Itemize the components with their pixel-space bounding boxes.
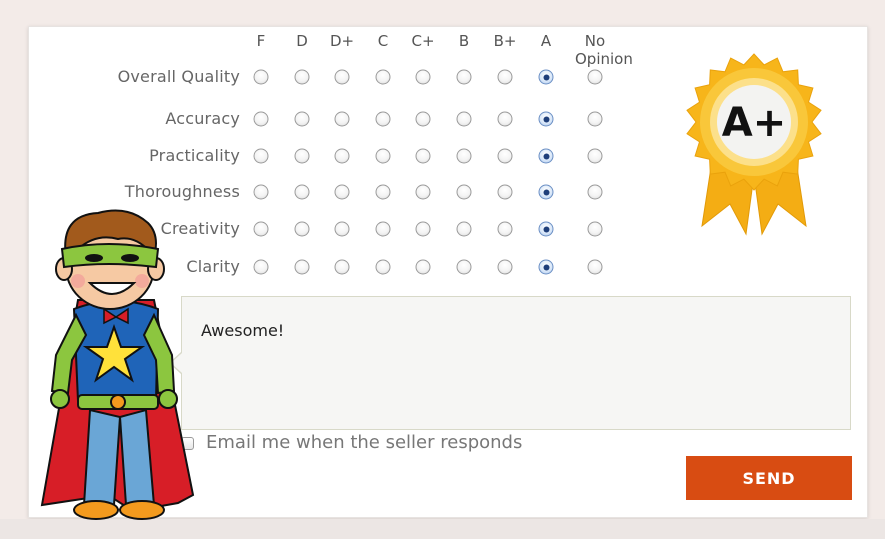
rating-radio[interactable] <box>538 184 554 200</box>
rating-radio[interactable] <box>375 148 391 164</box>
rating-radio[interactable] <box>497 221 513 237</box>
grade-header: No Opinion <box>575 32 633 68</box>
rating-radio[interactable] <box>497 69 513 85</box>
rating-radio[interactable] <box>375 259 391 275</box>
rating-radio[interactable] <box>538 148 554 164</box>
rating-radio[interactable] <box>253 221 269 237</box>
rating-radio[interactable] <box>456 111 472 127</box>
rating-radio[interactable] <box>375 111 391 127</box>
rating-radio[interactable] <box>587 259 603 275</box>
rating-radio[interactable] <box>587 184 603 200</box>
rating-radio[interactable] <box>415 259 431 275</box>
rating-radio[interactable] <box>253 259 269 275</box>
criterion-label: Accuracy <box>165 109 240 128</box>
send-button[interactable]: SEND <box>686 456 852 500</box>
rating-radio[interactable] <box>456 184 472 200</box>
rating-radio[interactable] <box>334 69 350 85</box>
rating-radio[interactable] <box>334 111 350 127</box>
rating-radio[interactable] <box>294 221 310 237</box>
rating-radio[interactable] <box>334 221 350 237</box>
rating-radio[interactable] <box>497 184 513 200</box>
rating-radio[interactable] <box>415 184 431 200</box>
rating-radio[interactable] <box>538 259 554 275</box>
rating-radio[interactable] <box>253 184 269 200</box>
rating-radio[interactable] <box>538 111 554 127</box>
rating-radio[interactable] <box>587 221 603 237</box>
rating-radio[interactable] <box>253 148 269 164</box>
badge-text: A+ <box>722 100 786 146</box>
rating-radio[interactable] <box>415 69 431 85</box>
comment-textarea[interactable]: Awesome! <box>181 296 851 430</box>
rating-radio[interactable] <box>587 111 603 127</box>
rating-radio[interactable] <box>497 259 513 275</box>
rating-radio[interactable] <box>375 69 391 85</box>
rating-radio[interactable] <box>587 148 603 164</box>
rating-radio[interactable] <box>497 111 513 127</box>
rating-radio[interactable] <box>415 221 431 237</box>
rating-radio[interactable] <box>375 221 391 237</box>
rating-radio[interactable] <box>456 259 472 275</box>
grade-header: B <box>458 32 470 50</box>
rating-radio[interactable] <box>456 221 472 237</box>
grade-header: F <box>256 32 266 50</box>
grade-header: D+ <box>329 32 355 50</box>
criterion-label: Practicality <box>149 146 240 165</box>
award-ribbon-icon: A+ <box>686 53 822 236</box>
rating-radio[interactable] <box>456 69 472 85</box>
grade-header: C+ <box>411 32 435 50</box>
grade-header: D <box>296 32 308 50</box>
grade-header: A <box>540 32 552 50</box>
rating-radio[interactable] <box>253 111 269 127</box>
rating-radio[interactable] <box>253 69 269 85</box>
criterion-label: Thoroughness <box>124 182 240 201</box>
rating-radio[interactable] <box>497 148 513 164</box>
rating-radio[interactable] <box>456 148 472 164</box>
rating-radio[interactable] <box>294 111 310 127</box>
criterion-label: Overall Quality <box>117 67 240 86</box>
superhero-kid-illustration <box>40 209 195 520</box>
rating-radio[interactable] <box>294 148 310 164</box>
rating-radio[interactable] <box>294 259 310 275</box>
rating-radio[interactable] <box>415 148 431 164</box>
grade-header: B+ <box>493 32 517 50</box>
rating-radio[interactable] <box>334 148 350 164</box>
rating-radio[interactable] <box>334 184 350 200</box>
rating-radio[interactable] <box>294 69 310 85</box>
rating-radio[interactable] <box>375 184 391 200</box>
rating-radio[interactable] <box>415 111 431 127</box>
rating-radio[interactable] <box>334 259 350 275</box>
rating-radio[interactable] <box>587 69 603 85</box>
rating-radio[interactable] <box>294 184 310 200</box>
rating-radio[interactable] <box>538 221 554 237</box>
grade-header: C <box>377 32 389 50</box>
rating-radio[interactable] <box>538 69 554 85</box>
email-notify-label: Email me when the seller responds <box>206 432 523 453</box>
